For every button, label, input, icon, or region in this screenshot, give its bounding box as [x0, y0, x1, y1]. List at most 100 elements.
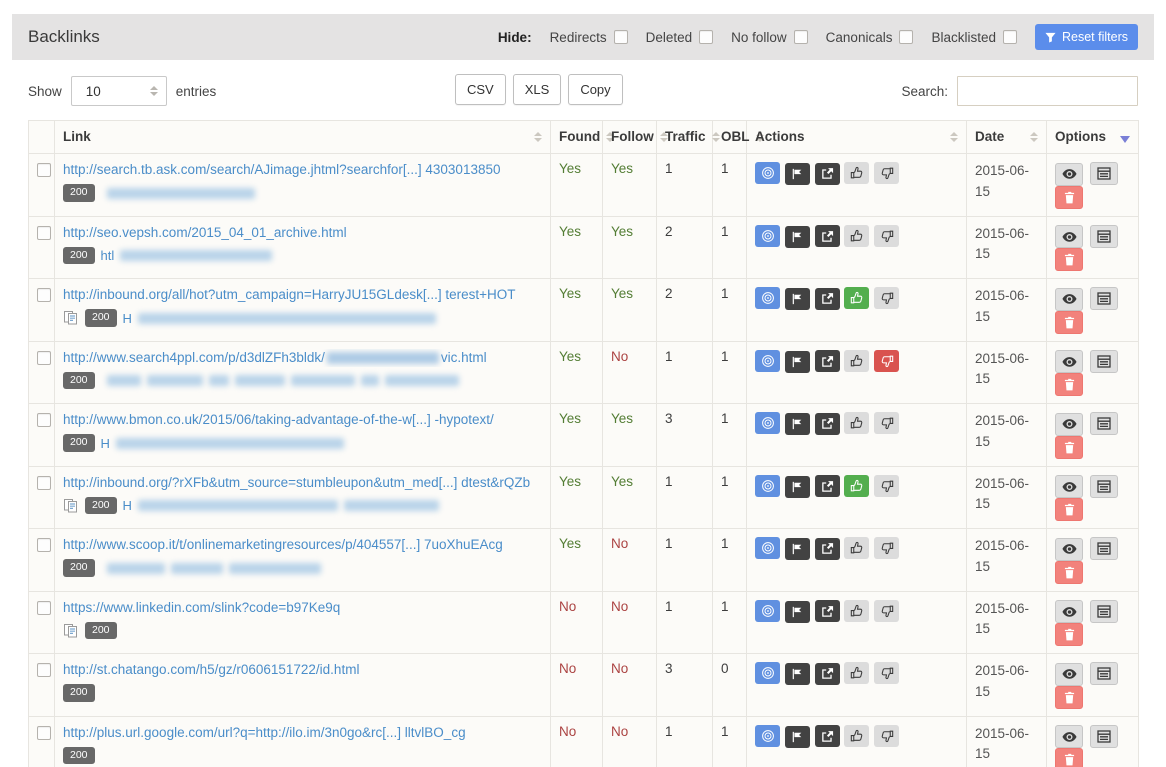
row-checkbox[interactable] [37, 538, 51, 552]
view-button[interactable] [1055, 413, 1083, 436]
hide-filter-deleted[interactable]: Deleted [646, 30, 714, 45]
crawl-target-button[interactable] [755, 725, 780, 747]
details-button[interactable] [1090, 225, 1118, 248]
details-button[interactable] [1090, 350, 1118, 373]
backlink-url[interactable]: http://www.search4ppl.com/p/d3dlZFh3bldk… [63, 350, 487, 365]
delete-button[interactable] [1055, 311, 1083, 334]
thumbs-down-button[interactable] [874, 537, 899, 559]
column-header-options[interactable]: Options [1047, 121, 1139, 154]
thumbs-up-button[interactable] [844, 287, 869, 309]
row-checkbox[interactable] [37, 351, 51, 365]
delete-button[interactable] [1055, 373, 1083, 396]
thumbs-up-button[interactable] [844, 475, 869, 497]
details-button[interactable] [1090, 412, 1118, 435]
thumbs-up-button[interactable] [844, 537, 869, 559]
flag-button[interactable] [785, 601, 810, 623]
flag-button[interactable] [785, 476, 810, 498]
details-button[interactable] [1090, 162, 1118, 185]
row-checkbox[interactable] [37, 288, 51, 302]
row-checkbox[interactable] [37, 163, 51, 177]
crawl-target-button[interactable] [755, 662, 780, 684]
export-csv-button[interactable]: CSV [455, 74, 506, 105]
reset-filters-button[interactable]: Reset filters [1035, 24, 1138, 50]
view-button[interactable] [1055, 225, 1083, 248]
thumbs-down-button[interactable] [874, 287, 899, 309]
flag-button[interactable] [785, 663, 810, 685]
column-header-date[interactable]: Date [967, 121, 1047, 154]
thumbs-up-button[interactable] [844, 350, 869, 372]
thumbs-up-button[interactable] [844, 412, 869, 434]
thumbs-up-button[interactable] [844, 725, 869, 747]
delete-button[interactable] [1055, 248, 1083, 271]
open-link-button[interactable] [815, 288, 840, 310]
crawl-target-button[interactable] [755, 412, 780, 434]
row-checkbox[interactable] [37, 476, 51, 490]
delete-button[interactable] [1055, 686, 1083, 709]
export-copy-button[interactable]: Copy [568, 74, 622, 105]
view-button[interactable] [1055, 663, 1083, 686]
thumbs-up-button[interactable] [844, 662, 869, 684]
backlink-url[interactable]: http://plus.url.google.com/url?q=http://… [63, 725, 466, 740]
row-checkbox[interactable] [37, 726, 51, 740]
thumbs-down-button[interactable] [874, 162, 899, 184]
crawl-target-button[interactable] [755, 225, 780, 247]
flag-button[interactable] [785, 226, 810, 248]
delete-button[interactable] [1055, 436, 1083, 459]
view-button[interactable] [1055, 350, 1083, 373]
column-header-found[interactable]: Found [551, 121, 603, 154]
open-link-button[interactable] [815, 475, 840, 497]
search-input[interactable] [957, 76, 1138, 106]
details-button[interactable] [1090, 537, 1118, 560]
crawl-target-button[interactable] [755, 475, 780, 497]
thumbs-up-button[interactable] [844, 225, 869, 247]
flag-button[interactable] [785, 726, 810, 748]
thumbs-down-button[interactable] [874, 225, 899, 247]
thumbs-down-button[interactable] [874, 412, 899, 434]
crawl-target-button[interactable] [755, 600, 780, 622]
flag-button[interactable] [785, 288, 810, 310]
thumbs-down-button[interactable] [874, 600, 899, 622]
view-button[interactable] [1055, 725, 1083, 748]
view-button[interactable] [1055, 600, 1083, 623]
details-button[interactable] [1090, 475, 1118, 498]
view-button[interactable] [1055, 475, 1083, 498]
flag-button[interactable] [785, 351, 810, 373]
details-button[interactable] [1090, 725, 1118, 748]
backlink-url[interactable]: http://www.bmon.co.uk/2015/06/taking-adv… [63, 412, 494, 427]
flag-button[interactable] [785, 538, 810, 560]
delete-button[interactable] [1055, 498, 1083, 521]
row-checkbox[interactable] [37, 601, 51, 615]
row-checkbox[interactable] [37, 413, 51, 427]
export-xls-button[interactable]: XLS [513, 74, 562, 105]
hide-filter-no-follow[interactable]: No follow [731, 30, 808, 45]
hide-filter-blacklisted[interactable]: Blacklisted [931, 30, 1017, 45]
backlink-url[interactable]: http://search.tb.ask.com/search/AJimage.… [63, 162, 500, 177]
backlink-url[interactable]: http://st.chatango.com/h5/gz/r0606151722… [63, 662, 359, 677]
view-button[interactable] [1055, 538, 1083, 561]
row-checkbox[interactable] [37, 663, 51, 677]
details-button[interactable] [1090, 600, 1118, 623]
backlink-url[interactable]: http://inbound.org/all/hot?utm_campaign=… [63, 287, 515, 302]
column-header-traffic[interactable]: Traffic [657, 121, 713, 154]
crawl-target-button[interactable] [755, 162, 780, 184]
backlink-url[interactable]: https://www.linkedin.com/slink?code=b97K… [63, 600, 340, 615]
delete-button[interactable] [1055, 561, 1083, 584]
thumbs-down-button[interactable] [874, 350, 899, 372]
column-header-actions[interactable]: Actions [747, 121, 967, 154]
column-header-follow[interactable]: Follow [603, 121, 657, 154]
thumbs-down-button[interactable] [874, 475, 899, 497]
crawl-target-button[interactable] [755, 350, 780, 372]
backlink-url[interactable]: http://seo.vepsh.com/2015_04_01_archive.… [63, 225, 347, 240]
crawl-target-button[interactable] [755, 537, 780, 559]
open-link-button[interactable] [815, 163, 840, 185]
open-link-button[interactable] [815, 538, 840, 560]
delete-button[interactable] [1055, 748, 1083, 767]
backlink-url[interactable]: http://www.scoop.it/t/onlinemarketingres… [63, 537, 503, 552]
view-button[interactable] [1055, 288, 1083, 311]
hide-filter-checkbox[interactable] [899, 30, 913, 44]
open-link-button[interactable] [815, 600, 840, 622]
open-link-button[interactable] [815, 413, 840, 435]
delete-button[interactable] [1055, 623, 1083, 646]
flag-button[interactable] [785, 163, 810, 185]
column-header-link[interactable]: Link [55, 121, 551, 154]
